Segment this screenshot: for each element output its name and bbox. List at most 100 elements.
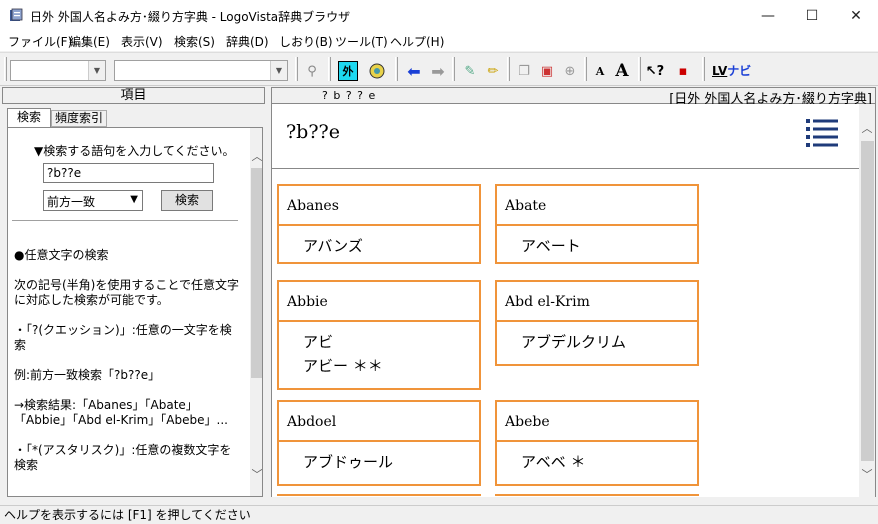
help-paragraph: →検索結果:「Abanes」「Abate」「Abbie」「Abd el-Krim… <box>14 398 228 427</box>
lv-navi-button[interactable]: LVナビ <box>712 62 751 79</box>
entry-headword: Abd el-Krim <box>497 282 697 322</box>
toolbar-grip[interactable] <box>328 57 331 81</box>
font-small-button[interactable]: A <box>590 61 610 81</box>
title-bar: 日外 外国人名よみ方･綴り方字典 - LogoVista辞典ブラウザ — ☐ ✕ <box>0 0 878 31</box>
disc-icon[interactable] <box>367 61 387 81</box>
search-button[interactable]: 検索 <box>161 190 213 211</box>
forward-arrow-icon[interactable]: ➡ <box>428 61 448 81</box>
toolbar-grip[interactable] <box>702 57 705 81</box>
help-text: ●任意文字の検索 次の記号(半角)を使用することで任意文字に対応した検索が可能で… <box>14 248 242 473</box>
scroll-up-icon[interactable]: ︿ <box>250 150 263 164</box>
binoculars-icon[interactable]: ⚲ <box>302 61 322 81</box>
entry-headword: Abbie <box>279 282 479 322</box>
app-icon[interactable] <box>9 8 23 22</box>
scroll-down-icon[interactable]: ﹀ <box>250 468 263 482</box>
entry-card-abate[interactable]: Abate アベート <box>495 184 699 264</box>
match-mode-select[interactable]: 前方一致 ▼ <box>43 190 143 211</box>
scroll-up-icon[interactable]: ︿ <box>860 122 874 136</box>
help-paragraph: 次の記号(半角)を使用することで任意文字に対応した検索が可能です。 <box>14 278 240 307</box>
match-mode-value: 前方一致 <box>47 195 96 209</box>
toolbar-grip[interactable] <box>507 57 510 81</box>
tab-search[interactable]: 検索 <box>7 108 51 127</box>
menu-file[interactable]: ファイル(F) <box>8 33 72 50</box>
maximize-button[interactable]: ☐ <box>790 0 834 31</box>
entry-card-partial <box>277 494 481 497</box>
entry-headword: Abdoel <box>279 402 479 442</box>
close-button[interactable]: ✕ <box>834 0 878 31</box>
results-pane-header: ? b ? ? e [日外 外国人名よみ方･綴り方字典] <box>271 87 876 107</box>
items-pane-header: 項目 <box>2 87 265 104</box>
status-bar: ヘルプを表示するには [F1] を押してください <box>0 505 878 524</box>
close-icon: ✕ <box>850 7 862 24</box>
window-title: 日外 外国人名よみ方･綴り方字典 - LogoVista辞典ブラウザ <box>30 10 351 24</box>
help-paragraph: 例:前方一致検索「?b??e」 <box>14 368 161 382</box>
highlighter-icon[interactable]: ✏ <box>483 61 503 81</box>
copy-icon[interactable]: ❐ <box>514 61 534 81</box>
font-large-button[interactable]: A <box>612 61 632 81</box>
right-scroll-thumb[interactable] <box>861 141 874 461</box>
menu-bookmark[interactable]: しおり(B) <box>279 33 333 50</box>
gaiji-button[interactable]: 外 <box>338 61 358 81</box>
divider <box>12 220 238 221</box>
menu-tools[interactable]: ツール(T) <box>335 33 388 50</box>
toolbar-grip[interactable] <box>395 57 398 81</box>
image-icon[interactable]: ▣ <box>537 61 557 81</box>
entry-headword: Abate <box>497 186 697 226</box>
menu-edit[interactable]: 編集(E) <box>69 33 110 50</box>
lv-label: LV <box>712 64 728 78</box>
lock-icon[interactable]: ▪ <box>673 61 693 81</box>
chevron-down-icon: ▼ <box>270 61 287 80</box>
maximize-icon: ☐ <box>805 7 819 24</box>
entry-headword: Abanes <box>279 186 479 226</box>
menu-view[interactable]: 表示(V) <box>121 33 163 50</box>
toolbar-grip[interactable] <box>452 57 455 81</box>
entry-reading: アブドゥール <box>303 453 394 471</box>
menu-dictionary[interactable]: 辞典(D) <box>226 33 269 50</box>
zoom-icon[interactable]: ⊕ <box>560 61 580 81</box>
navi-label: ナビ <box>727 64 752 78</box>
pencil-icon[interactable]: ✎ <box>460 61 480 81</box>
dictionary-select[interactable]: ▼ <box>114 60 288 81</box>
entry-card-partial <box>495 494 699 497</box>
minimize-button[interactable]: — <box>746 0 790 31</box>
tab-frequency-index[interactable]: 頻度索引 <box>51 110 107 127</box>
help-title: ●任意文字の検索 <box>14 248 109 262</box>
search-input[interactable]: ?b??e <box>43 163 214 183</box>
entry-reading: アビ <box>303 333 334 351</box>
list-menu-icon[interactable] <box>806 118 838 148</box>
entry-card-abdoel[interactable]: Abdoel アブドゥール <box>277 400 481 486</box>
menu-help[interactable]: ヘルプ(H) <box>390 33 444 50</box>
menu-search[interactable]: 検索(S) <box>174 33 215 50</box>
entry-reading: アベベ ＊ <box>521 453 586 471</box>
scroll-down-icon[interactable]: ﹀ <box>860 468 874 482</box>
entry-reading: アバンズ <box>303 237 363 255</box>
entry-card-abd-el-krim[interactable]: Abd el-Krim アブデルクリム <box>495 280 699 366</box>
header-query: ? b ? ? e <box>322 89 377 102</box>
toolbar-grip[interactable] <box>295 57 298 81</box>
toolbar: ▼ ▼ ⚲ 外 ⬅ ➡ ✎ ✏ ❐ ▣ ⊕ A A ↖? ▪ LVナビ <box>0 52 878 86</box>
entry-card-abbie[interactable]: Abbie アビ アビー ＊＊ <box>277 280 481 390</box>
context-help-icon[interactable]: ↖? <box>645 61 665 81</box>
search-panel: ▼検索する語句を入力してください。 ?b??e 前方一致 ▼ 検索 ●任意文字の… <box>7 127 263 497</box>
chevron-down-icon: ▼ <box>130 194 138 205</box>
entry-reading: アビー ＊＊ <box>303 357 383 375</box>
entry-card-abebe[interactable]: Abebe アベベ ＊ <box>495 400 699 486</box>
help-paragraph: ・「*(アスタリスク)」:任意の複数文字を検索 <box>14 443 232 472</box>
results-pane: ?b??e Abanes アバンズ Abate アベート Abbie アビ アビ… <box>271 104 876 497</box>
help-paragraph: ・「?(クエッション)」:任意の一文字を検索 <box>14 323 232 352</box>
search-prompt: ▼検索する語句を入力してください。 <box>34 144 235 158</box>
results-title: ?b??e <box>286 121 340 143</box>
entry-reading: アベート <box>521 237 581 255</box>
chevron-down-icon: ▼ <box>88 61 105 80</box>
entry-card-abanes[interactable]: Abanes アバンズ <box>277 184 481 264</box>
left-scroll-thumb[interactable] <box>251 168 262 378</box>
toolbar-grip[interactable] <box>4 57 7 81</box>
entry-reading: アブデルクリム <box>521 333 627 351</box>
minimize-icon: — <box>761 7 775 24</box>
back-arrow-icon[interactable]: ⬅ <box>404 61 424 81</box>
menu-bar: ファイル(F) 編集(E) 表示(V) 検索(S) 辞典(D) しおり(B) ツ… <box>0 31 878 51</box>
dictionary-group-select[interactable]: ▼ <box>10 60 106 81</box>
title-divider <box>272 168 859 169</box>
toolbar-grip[interactable] <box>584 57 587 81</box>
toolbar-grip[interactable] <box>638 57 641 81</box>
